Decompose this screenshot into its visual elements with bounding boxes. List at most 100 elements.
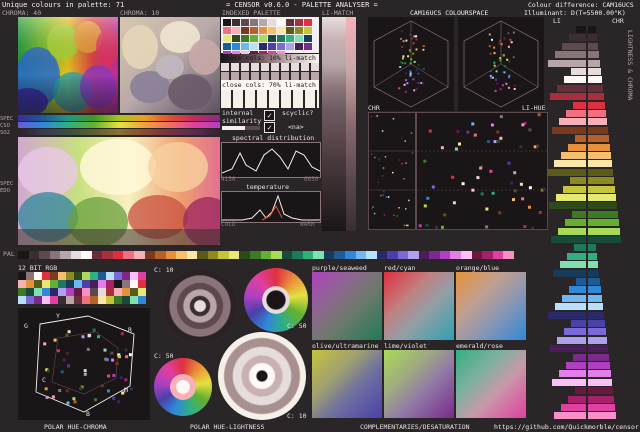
colour-point <box>383 214 386 216</box>
pal-strip <box>18 251 514 259</box>
similarity-bar <box>222 126 260 130</box>
colour-point <box>105 358 109 362</box>
colour-point <box>410 132 413 134</box>
chroma-bar <box>588 194 616 201</box>
colour-point <box>407 224 409 227</box>
compl-6-label: emerald/rose <box>456 342 503 350</box>
colour-point <box>401 137 403 139</box>
colour-point <box>124 348 128 352</box>
polar-hue-chroma-label: POLAR HUE-CHROMA <box>44 423 107 431</box>
hex-c: C <box>42 376 46 384</box>
pal-strip-swatch <box>271 251 282 259</box>
pal-strip-swatch <box>144 251 156 259</box>
lightness-bar <box>550 93 586 101</box>
chroma-bar <box>588 294 602 302</box>
pal-strip-swatch <box>482 251 493 259</box>
colour-point <box>471 122 475 126</box>
colour-point <box>65 351 69 355</box>
colour-point <box>531 226 535 229</box>
colour-point <box>493 61 496 64</box>
compl-orange-blue <box>456 272 526 340</box>
palette-swatch <box>277 43 285 50</box>
rgb-cell <box>42 280 50 288</box>
colour-point <box>435 225 439 229</box>
colour-point <box>415 69 418 72</box>
lightness-bar <box>569 34 586 42</box>
chroma-bar <box>588 135 609 143</box>
colour-point <box>478 153 482 157</box>
colour-point <box>488 33 491 36</box>
rgb-cell <box>74 280 82 288</box>
colour-point <box>473 133 477 137</box>
colour-point <box>415 48 418 51</box>
colour-point <box>499 88 502 91</box>
colour-point <box>374 156 376 159</box>
rgb-cell <box>50 272 58 280</box>
pal-strip-swatch <box>165 251 177 259</box>
colour-point <box>491 191 495 195</box>
lightness-bar <box>559 370 586 378</box>
palette-swatch <box>286 19 294 26</box>
colour-point <box>507 161 511 165</box>
colour-point <box>507 45 510 48</box>
lightness-bar <box>568 143 586 151</box>
rgb-cell <box>130 280 138 288</box>
lightness-bar <box>549 202 586 210</box>
colour-point <box>495 79 498 81</box>
colour-point <box>402 40 405 43</box>
colour-point <box>495 70 498 73</box>
palette-swatch <box>232 35 240 42</box>
colour-point <box>507 86 510 89</box>
pal-strip-swatch <box>355 251 367 259</box>
colour-point <box>425 223 429 227</box>
chroma-40-map <box>18 17 118 113</box>
li-chr-bars <box>547 26 624 426</box>
rgb-cell <box>114 288 122 296</box>
rgb-cell <box>58 288 66 296</box>
hex-m: M <box>124 386 128 394</box>
pal-strip-swatch <box>112 251 124 259</box>
compl-olive-ultramarine <box>312 350 382 418</box>
rgb-cell <box>90 272 98 280</box>
colour-point <box>476 176 480 180</box>
pal-strip-swatch <box>387 251 398 259</box>
colour-point <box>112 373 116 377</box>
colour-point <box>124 378 128 382</box>
chroma-bar <box>588 202 617 210</box>
colour-point <box>387 196 390 198</box>
lightness-bar <box>547 168 586 176</box>
pal-strip-swatch <box>334 251 345 259</box>
colour-point <box>51 395 55 399</box>
palette-swatch <box>304 27 312 34</box>
colour-point <box>443 213 447 217</box>
colour-point <box>513 189 517 193</box>
pal-strip-swatch <box>397 251 409 259</box>
colour-point <box>503 71 506 74</box>
internal-similarity-checkbox[interactable]: ✓ <box>264 110 275 121</box>
colour-point <box>392 171 394 174</box>
chr-label: CHR <box>368 104 380 112</box>
colour-point <box>409 74 412 77</box>
chroma-bar <box>588 76 602 84</box>
colour-point <box>451 175 455 179</box>
compl-1-label: purple/seaweed <box>312 264 367 272</box>
rgb-cell <box>50 296 58 304</box>
spectral-map <box>18 137 220 245</box>
lightness-chroma-label: LIGHTNESS & CHROMA <box>626 30 634 101</box>
scyclic-checkbox[interactable]: ✓ <box>264 122 275 133</box>
project-url[interactable]: https://github.com/Quickmorble/censor <box>494 423 639 431</box>
c10-a-label: C: 10 <box>154 266 174 274</box>
colour-point <box>404 140 406 142</box>
lightness-bar <box>572 210 586 218</box>
lightness-bar <box>561 404 586 411</box>
compl-2-label: red/cyan <box>384 264 416 272</box>
temperature-graph <box>221 191 321 223</box>
lightness-bar <box>557 336 586 344</box>
lightness-bar <box>575 387 586 395</box>
colour-point <box>489 77 492 79</box>
li-hue-plot <box>416 112 548 230</box>
colour-point <box>427 220 430 224</box>
pal-strip-swatch <box>18 251 29 259</box>
colour-point <box>405 162 407 164</box>
rgb-cell <box>18 280 26 288</box>
